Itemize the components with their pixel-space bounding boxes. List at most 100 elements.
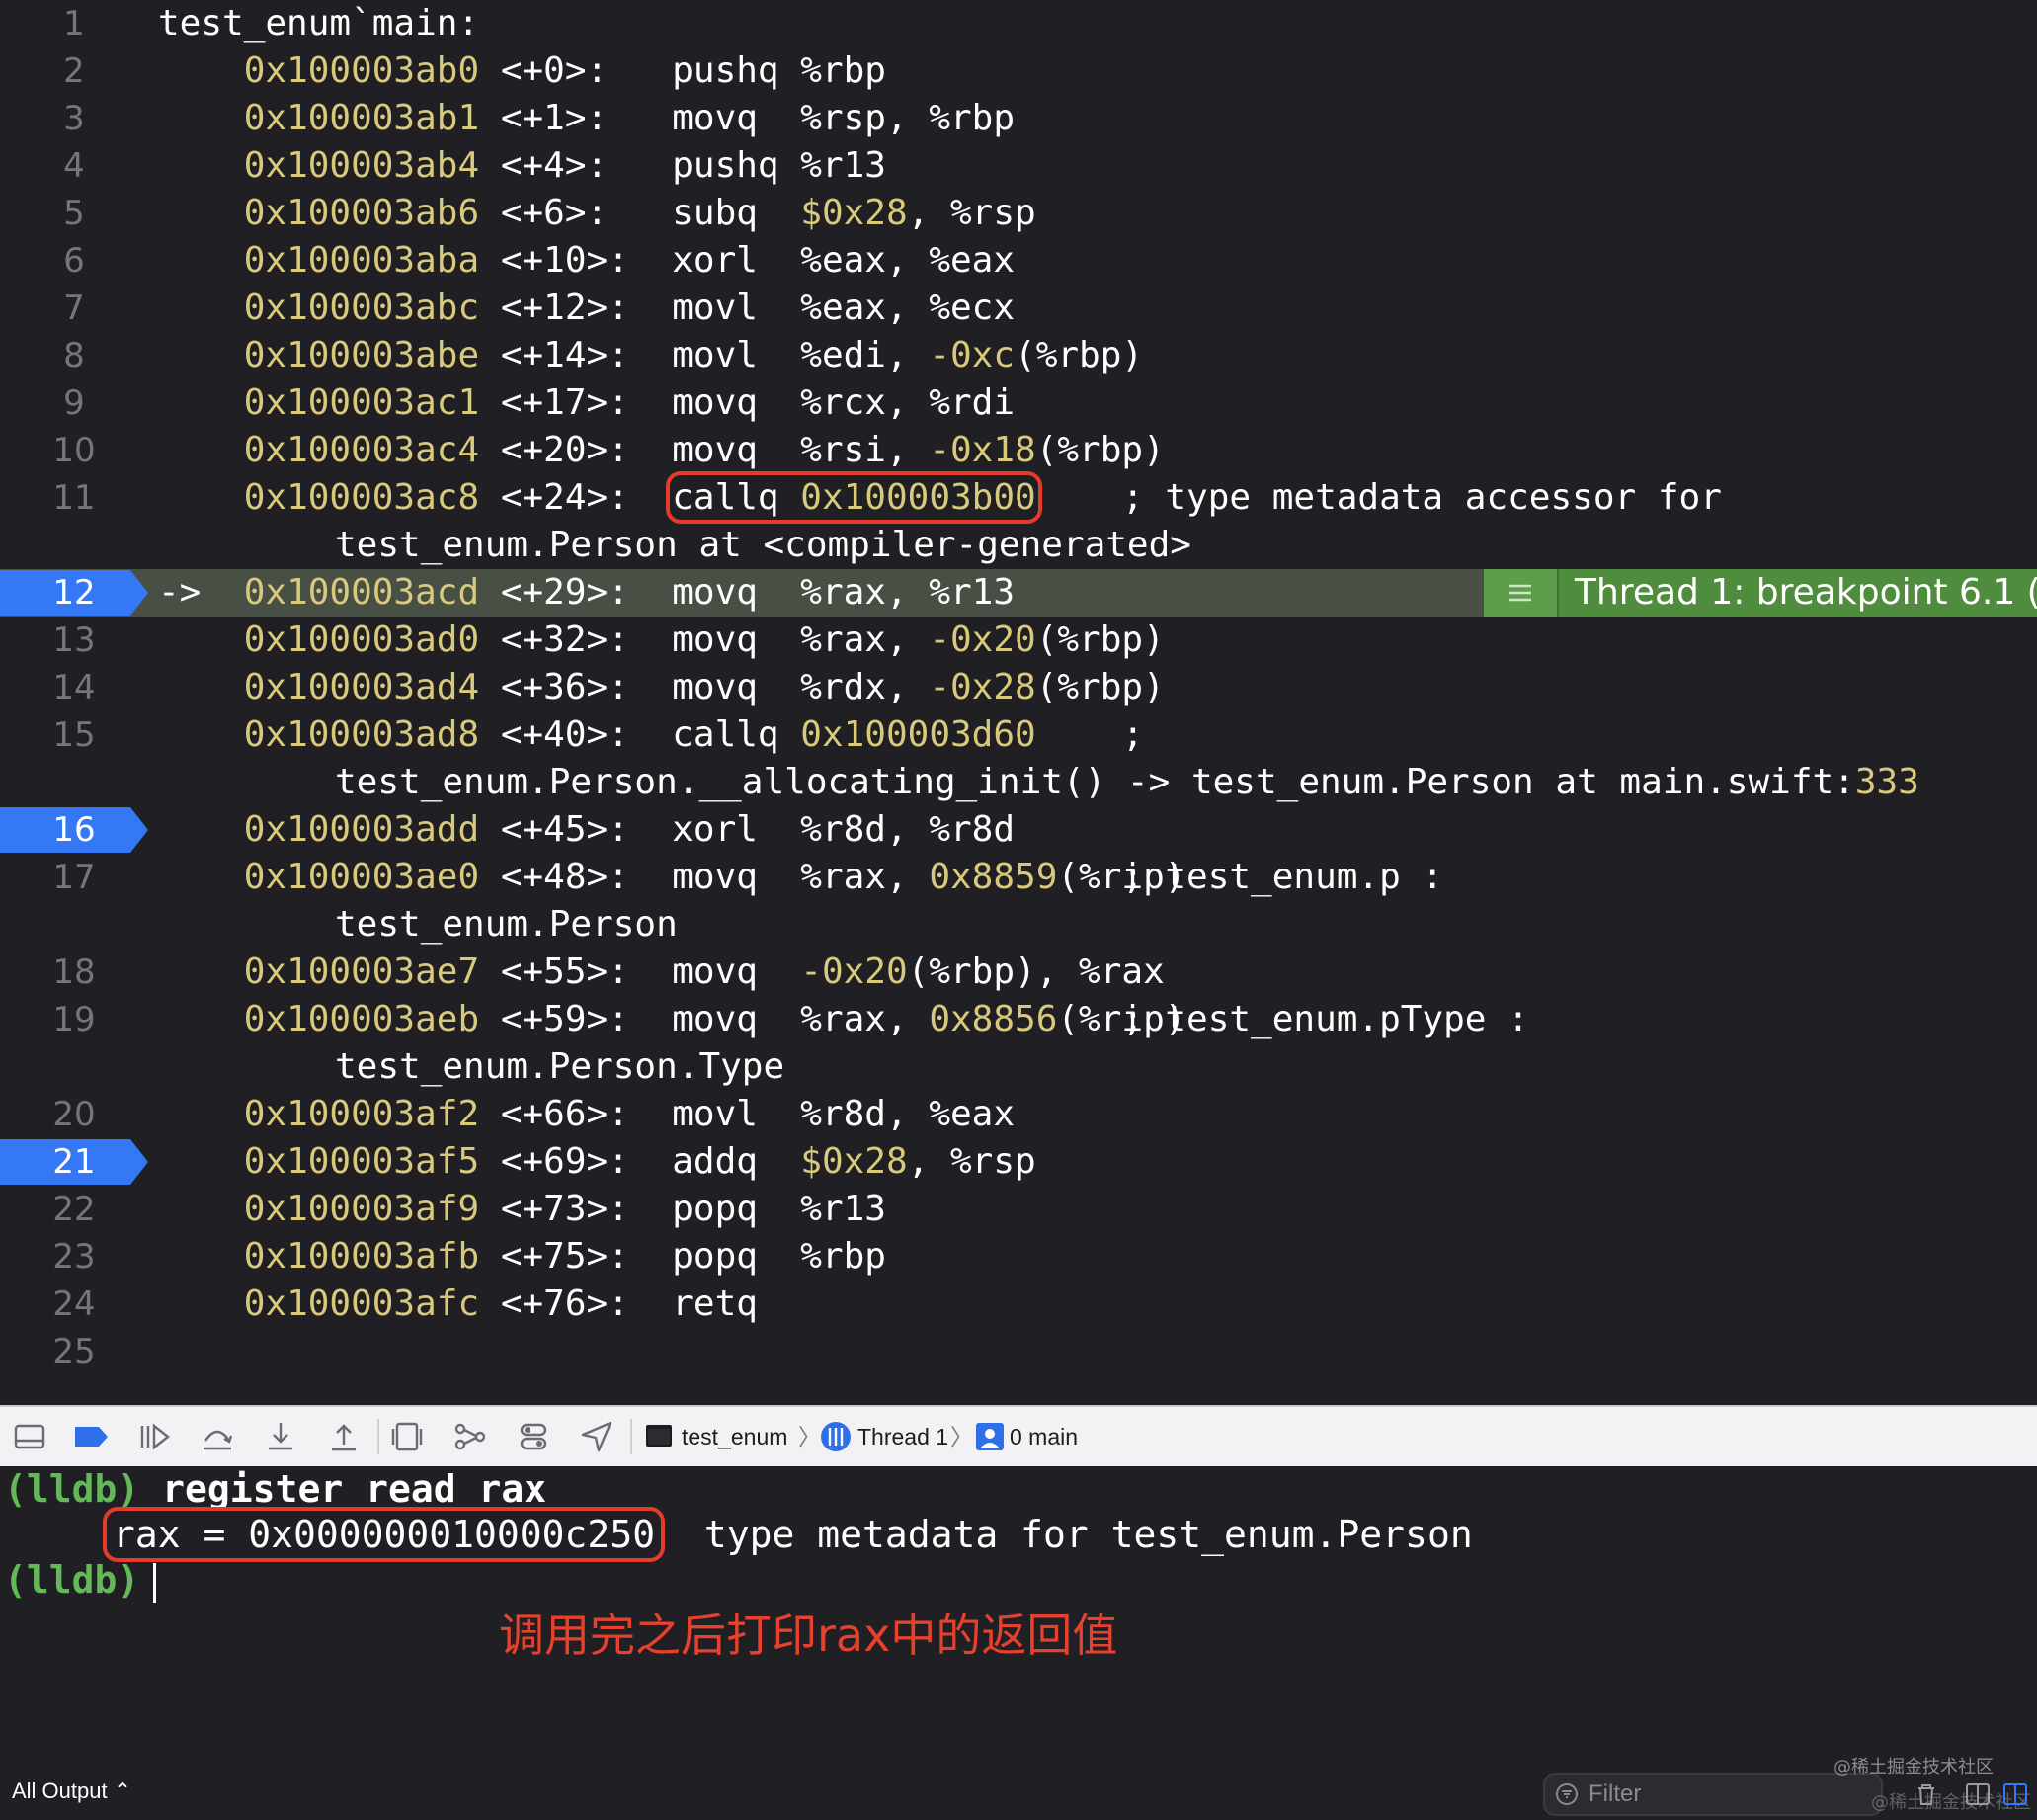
operand: %rbp [800,50,886,91]
breadcrumb-frame[interactable]: 0 main [1010,1407,1078,1466]
hide-console-icon[interactable] [10,1417,49,1456]
line-number[interactable]: 4 [0,142,148,190]
line-number[interactable]: 2 [0,47,148,95]
filter-field[interactable]: Filter [1543,1773,1883,1816]
breakpoints-toggle-icon[interactable] [71,1417,111,1456]
operand: (%rbp) [1035,620,1165,660]
instruction-offset: <+0>: [500,50,651,91]
operand: (%rbp) [1015,335,1144,375]
output-selector[interactable]: All Output ⌃ [12,1779,131,1804]
mnemonic: movl [672,1094,801,1134]
immediate: 0x100003d60 [800,714,1036,755]
instruction: -> 0x100003acd <+29>: movq %rax, %r13 [158,569,1015,617]
line-number[interactable]: 14 [0,664,148,711]
instruction: 0x100003ab0 <+0>: pushq %rbp [158,47,886,95]
step-out-icon[interactable] [324,1417,364,1456]
instruction: 0x100003abc <+12>: movl %eax, %ecx [158,285,1015,332]
environment-overrides-icon[interactable] [514,1417,553,1456]
pc-arrow [158,1141,201,1182]
mnemonic: pushq [672,145,801,186]
mnemonic: callq [672,714,801,755]
line-number[interactable]: 3 [0,95,148,142]
trash-icon[interactable] [1913,1780,1940,1808]
instruction-offset: <+12>: [500,288,651,328]
instruction: 0x100003aeb <+59>: movq %rax, 0x8856(%ri… [158,996,1186,1043]
immediate: $0x28 [800,193,908,233]
instruction-offset: <+4>: [500,145,651,186]
function-label: test_enum`main: [158,3,480,43]
line-number[interactable]: 22 [0,1186,148,1233]
pc-arrow [158,240,201,281]
mnemonic: movl [672,335,801,375]
line-number[interactable]: 24 [0,1281,148,1328]
comment-text: test_enum.Person.Type [335,1046,785,1087]
code-line: 14 0x100003ad4 <+36>: movq %rdx, -0x28(%… [0,664,2037,711]
instruction: 0x100003afc <+76>: retq [158,1281,800,1328]
line-number[interactable]: 12 [0,569,148,617]
instruction: 0x100003ab4 <+4>: pushq %r13 [158,142,886,190]
console-only-icon[interactable] [2001,1780,2029,1808]
console-result-line: rax = 0x000000010000c250 type metadata f… [102,1507,1473,1562]
instruction-address: 0x100003ac8 [243,477,480,518]
line-number[interactable]: 9 [0,379,148,427]
instruction-address: 0x100003abe [243,335,480,375]
line-number[interactable]: 25 [0,1328,148,1375]
pc-arrow [158,809,201,850]
instruction-offset: <+10>: [500,240,651,281]
immediate: -0x20 [929,620,1036,660]
line-number[interactable]: 13 [0,617,148,664]
line-number[interactable]: 7 [0,285,148,332]
operand: , %rsp [907,1141,1036,1182]
operand: %r13 [800,145,886,186]
line-number[interactable]: 16 [0,806,148,854]
instruction-offset: <+20>: [500,430,651,470]
simulate-location-icon[interactable] [577,1417,616,1456]
call-target: 0x100003b00 [800,477,1036,518]
pc-arrow [158,714,201,755]
split-view-icon[interactable] [1964,1780,1992,1808]
step-over-icon[interactable] [198,1417,237,1456]
line-number[interactable]: 19 [0,996,148,1043]
pc-arrow [158,382,201,423]
continue-icon[interactable] [134,1417,174,1456]
line-number[interactable]: 20 [0,1091,148,1138]
memory-graph-icon[interactable] [450,1417,490,1456]
line-number[interactable]: 23 [0,1233,148,1281]
immediate: -0x20 [800,951,908,992]
operand: %r8d, %eax [800,1094,1016,1134]
menu-lines-icon[interactable] [1484,569,1559,617]
line-number[interactable]: 15 [0,711,148,759]
breadcrumb-thread[interactable]: Thread 1 [857,1407,948,1466]
instruction: 0x100003ac4 <+20>: movq %rsi, -0x18(%rbp… [158,427,1165,474]
mnemonic: xorl [672,240,801,281]
line-number[interactable]: 17 [0,854,148,901]
instruction: 0x100003ac8 <+24>: callq 0x100003b00 [158,471,1042,524]
thread-breakpoint-badge[interactable]: Thread 1: breakpoint 6.1 (1) [1484,569,2037,617]
source-line-number: 333 [1854,762,1919,802]
pc-arrow [158,98,201,138]
line-number[interactable]: 8 [0,332,148,379]
line-number[interactable]: 18 [0,949,148,996]
console-prompt-line[interactable]: (lldb) [4,1557,157,1603]
breadcrumb-target[interactable]: test_enum [682,1407,787,1466]
operand: %rsi, [800,430,930,470]
line-number[interactable]: 10 [0,427,148,474]
step-into-icon[interactable] [261,1417,300,1456]
code-line-continuation: test_enum.Person [0,901,2037,949]
line-number[interactable]: 5 [0,190,148,237]
line-number[interactable]: 6 [0,237,148,285]
instruction: 0x100003af2 <+66>: movl %r8d, %eax [158,1091,1015,1138]
view-debugger-icon[interactable] [387,1417,427,1456]
mnemonic: popq [672,1189,801,1229]
line-number[interactable]: 21 [0,1138,148,1186]
pc-arrow [158,288,201,328]
mnemonic: movq [672,951,801,992]
mnemonic: movq [672,430,801,470]
lldb-console[interactable]: (lldb) register read rax rax = 0x0000000… [0,1466,2037,1820]
mnemonic: movq [672,382,801,423]
line-number[interactable]: 1 [0,0,148,47]
disassembly-editor: 1 test_enum`main: 2 0x100003ab0 <+0>: push… [0,0,2037,1405]
pc-arrow [158,1283,201,1324]
mnemonic: movq [672,857,801,897]
line-number[interactable]: 11 [0,474,148,522]
